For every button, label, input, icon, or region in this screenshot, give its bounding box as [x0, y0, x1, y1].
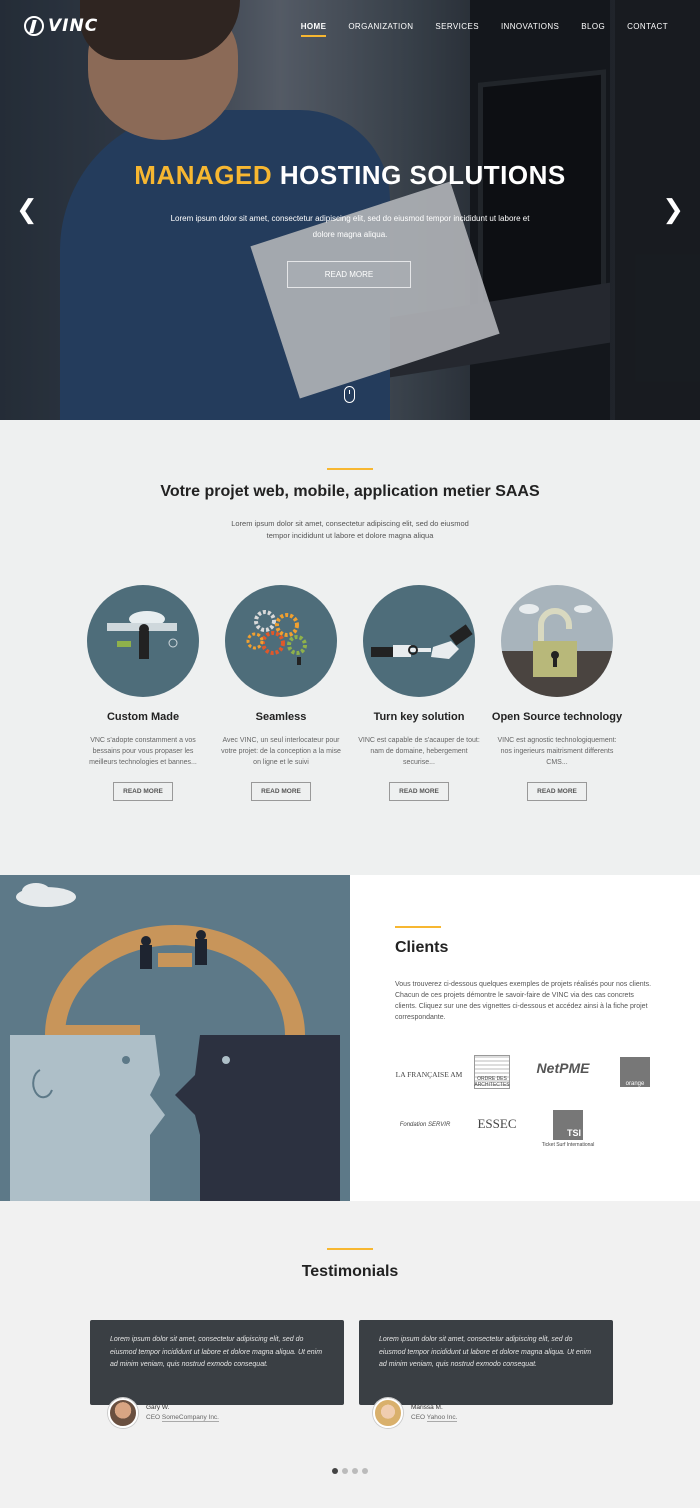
feature-read-more-button[interactable]: READ MORE: [527, 782, 587, 801]
client-logo-fondation-servir[interactable]: Fondation SERVIR: [394, 1115, 456, 1135]
feature-text: VINC est capable de s'acauper de tout: n…: [358, 737, 480, 766]
nav-home[interactable]: HOME: [300, 22, 327, 37]
feature-card: Turn key solution VINC est capable de s'…: [349, 585, 489, 801]
testimonials-title: Testimonials: [301, 1263, 399, 1280]
nav-innovations[interactable]: INNOVATIONS: [501, 22, 559, 37]
gears-illustration-icon: [225, 585, 337, 697]
testimonial-pager: [332, 1468, 368, 1474]
prev-slide-arrow-icon[interactable]: ❮: [16, 195, 38, 225]
hero-title: MANAGED HOSTING SOLUTIONS: [0, 160, 700, 191]
client-logo-tsi[interactable]: TSI Ticket Surf International: [535, 1107, 601, 1151]
author-company-link[interactable]: Yahoo Inc.: [426, 1414, 458, 1422]
feature-card: Open Source technology VINC est agnostic…: [487, 585, 627, 801]
clients-illustration: [0, 875, 350, 1201]
feature-title: Custom Made: [106, 711, 180, 723]
brand-logo[interactable]: VINC: [24, 16, 98, 36]
brand-name: VINC: [48, 16, 99, 36]
author-company-link[interactable]: SomeCompany Inc.: [161, 1414, 219, 1422]
scroll-mouse-icon[interactable]: [344, 386, 355, 403]
nav-contact[interactable]: CONTACT: [627, 22, 668, 37]
client-logo-la-francaise[interactable]: LA FRANÇAISE AM: [394, 1061, 464, 1087]
testimonial-card: Lorem ipsum dolor sit amet, consectetur …: [359, 1320, 613, 1405]
open-lock-illustration-icon: [501, 585, 613, 697]
client-logo-essec[interactable]: ESSEC: [472, 1109, 522, 1139]
key-handover-illustration-icon: [363, 585, 475, 697]
clients-text: Vous trouverez ci-dessous quelques exemp…: [395, 981, 652, 1021]
pager-dot[interactable]: [352, 1468, 358, 1474]
avatar: [108, 1398, 138, 1428]
logo-icon: [24, 16, 44, 36]
hero-slider: VINC HOME ORGANIZATION SERVICES INNOVATI…: [0, 0, 700, 420]
client-logo-ordre-des-architectes[interactable]: ORDRE DES ARCHITECTES: [474, 1055, 510, 1089]
services-title: Votre projet web, mobile, application me…: [160, 483, 540, 500]
next-slide-arrow-icon[interactable]: ❯: [662, 195, 684, 225]
testimonial-quote: Lorem ipsum dolor sit amet, consectetur …: [379, 1336, 592, 1368]
nav-blog[interactable]: BLOG: [581, 22, 605, 37]
tsi-caption: Ticket Surf International: [541, 1142, 595, 1148]
feature-title: Turn key solution: [373, 711, 465, 723]
author-role: CEO SomeCompany Inc.: [146, 1414, 219, 1422]
hero-read-more-button[interactable]: READ MORE: [287, 261, 411, 288]
hero-title-rest: HOSTING SOLUTIONS: [279, 160, 566, 190]
author-name: Gary W.: [146, 1404, 170, 1411]
nav-organization[interactable]: ORGANIZATION: [348, 22, 413, 37]
avatar: [373, 1398, 403, 1428]
feature-text: VINC est agnostic technologiquement: nos…: [497, 737, 617, 766]
testimonial-author: Gary W. CEO SomeCompany Inc.: [108, 1398, 219, 1428]
testimonial-quote: Lorem ipsum dolor sit amet, consectetur …: [110, 1336, 323, 1368]
author-role: CEO Yahoo Inc.: [411, 1414, 458, 1422]
services-subtitle: Lorem ipsum dolor sit amet, consectetur …: [231, 519, 469, 540]
pager-dot[interactable]: [332, 1468, 338, 1474]
hero-title-accent: MANAGED: [134, 160, 273, 190]
accent-divider: [395, 926, 441, 928]
clients-title: Clients: [395, 939, 449, 956]
services-section: Votre projet web, mobile, application me…: [0, 420, 700, 875]
feature-text: Avec VINC, un seul interlocateur pour vo…: [221, 737, 341, 766]
author-name: Marissa M.: [411, 1404, 443, 1411]
hero-subtitle: Lorem ipsum dolor sit amet, consectetur …: [170, 214, 530, 239]
custom-made-illustration-icon: [87, 585, 199, 697]
client-logo-netpme[interactable]: NetPME: [528, 1055, 598, 1081]
clients-section: Clients Vous trouverez ci-dessous quelqu…: [350, 875, 700, 1201]
client-logo-orange[interactable]: orange: [620, 1057, 650, 1087]
tsi-mark: TSI: [553, 1110, 583, 1140]
feature-title: Open Source technology: [491, 711, 623, 723]
feature-card: Custom Made VNC s'adopte constamment a v…: [73, 585, 213, 801]
testimonials-section: Testimonials Lorem ipsum dolor sit amet,…: [0, 1201, 700, 1508]
feature-read-more-button[interactable]: READ MORE: [389, 782, 449, 801]
feature-read-more-button[interactable]: READ MORE: [113, 782, 173, 801]
feature-card: Seamless Avec VINC, un seul interlocateu…: [211, 585, 351, 801]
main-nav: HOME ORGANIZATION SERVICES INNOVATIONS B…: [300, 22, 668, 37]
feature-title: Seamless: [255, 711, 307, 723]
testimonial-card: Lorem ipsum dolor sit amet, consectetur …: [90, 1320, 344, 1405]
nav-services[interactable]: SERVICES: [435, 22, 479, 37]
feature-text: VNC s'adopte constamment a vos bessains …: [89, 737, 197, 766]
feature-read-more-button[interactable]: READ MORE: [251, 782, 311, 801]
pager-dot[interactable]: [362, 1468, 368, 1474]
testimonial-author: Marissa M. CEO Yahoo Inc.: [373, 1398, 458, 1428]
accent-divider: [327, 468, 373, 470]
pager-dot[interactable]: [342, 1468, 348, 1474]
accent-divider: [327, 1248, 373, 1250]
